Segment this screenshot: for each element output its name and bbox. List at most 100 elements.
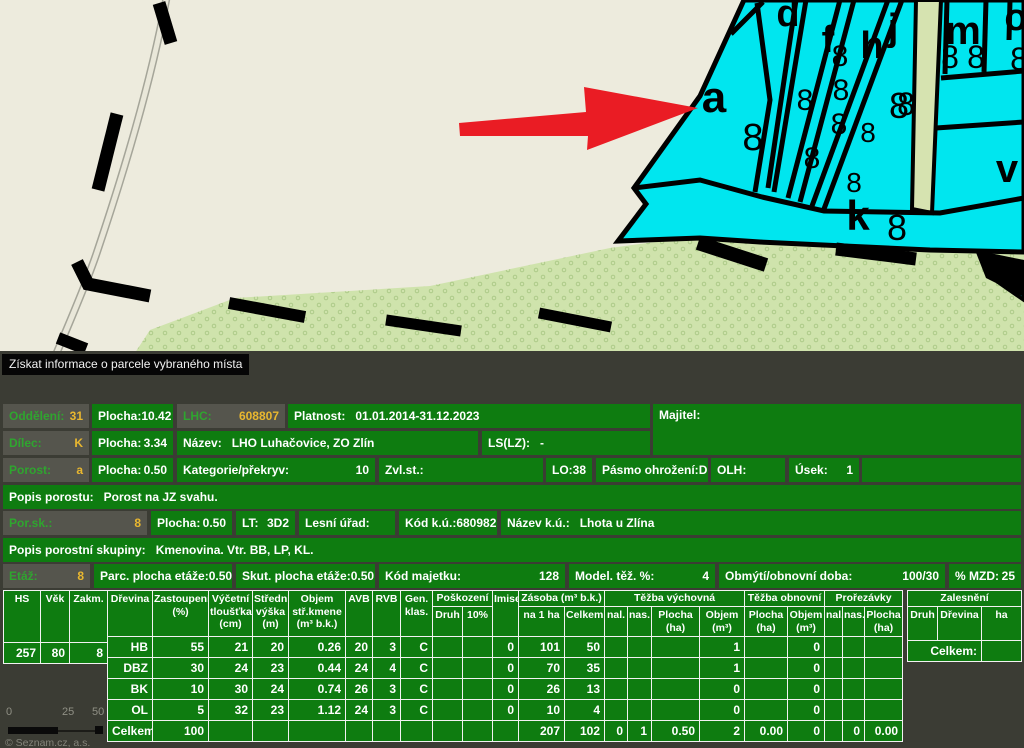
table-cell	[605, 679, 628, 700]
table-row: Celkem:100207102010.5020.00000.00	[108, 721, 903, 742]
field-value: 680982	[456, 516, 496, 530]
group-header-zasoba: Zásoba (m³ b.k.)	[519, 591, 605, 607]
table-cell: 26	[519, 679, 565, 700]
table-cell: 23	[253, 658, 289, 679]
field-value: -	[540, 436, 544, 450]
field-label: Kód k.ú.:	[405, 516, 456, 530]
table-cell	[825, 700, 843, 721]
col-header-nal: nal.	[825, 607, 843, 637]
table-cell: 24	[253, 679, 289, 700]
table-cell: 26	[346, 679, 373, 700]
table-cell	[865, 658, 903, 679]
table-cell: 23	[253, 700, 289, 721]
table-cell	[605, 700, 628, 721]
table-cell: 10	[153, 679, 209, 700]
table-cell: 24	[346, 658, 373, 679]
table-cell	[652, 700, 700, 721]
species-table: Dřevina Zastoupení (%) Výčetní tloušťka …	[107, 590, 903, 742]
field-platnost: Platnost: 01.01.2014-31.12.2023	[288, 404, 650, 428]
table-cell: 1.12	[289, 700, 346, 721]
field-lslz: LS(LZ): -	[482, 431, 650, 455]
field-label: LHC:	[183, 409, 212, 423]
field-value: 608807	[239, 409, 279, 423]
field-value: D	[699, 463, 708, 477]
field-oddeleni: Oddělení: 31	[3, 404, 89, 428]
table-cell	[401, 721, 433, 742]
field-label: Obmýtí/obnovní doba:	[725, 569, 852, 583]
table-cell: 0	[700, 679, 745, 700]
table-cell: 20	[346, 637, 373, 658]
table-cell	[463, 658, 493, 679]
table-cell: C	[401, 637, 433, 658]
table-cell: 1	[628, 721, 652, 742]
field-label: Název:	[183, 436, 222, 450]
field-kod-majetku: Kód majetku: 128	[379, 564, 565, 588]
table-cell	[433, 679, 463, 700]
field-plocha-oddeleni: Plocha: 10.42	[92, 404, 173, 428]
field-label: Platnost:	[294, 409, 345, 423]
col-header-drevina: Dřevina	[938, 607, 982, 641]
table-cell: 0	[788, 679, 825, 700]
field-label: LS(LZ):	[488, 436, 530, 450]
table-cell	[825, 658, 843, 679]
field-lt: LT: 3D2	[236, 511, 295, 535]
field-value: K	[74, 436, 83, 450]
table-cell	[289, 721, 346, 742]
col-header-objem-m3: Objem (m³)	[700, 607, 745, 637]
table-cell	[463, 679, 493, 700]
group-header-zalesneni: Zalesnění	[908, 591, 1022, 607]
field-pasmo: Pásmo ohrožení: D	[596, 458, 708, 482]
col-header-plocha-ha: Plocha (ha)	[745, 607, 788, 637]
table-cell: 21	[209, 637, 253, 658]
table-cell	[628, 658, 652, 679]
table-cell: 24	[346, 700, 373, 721]
table-cell	[605, 637, 628, 658]
field-value: 38	[573, 463, 586, 477]
col-header-nas: nas.	[628, 607, 652, 637]
field-label: Oddělení:	[9, 409, 64, 423]
table-cell: 0	[788, 700, 825, 721]
field-value: 8	[77, 569, 84, 583]
table-cell: 1	[700, 637, 745, 658]
field-value: 25	[1002, 569, 1015, 583]
field-label: Kategorie/překryv:	[183, 463, 289, 477]
table-cell: 35	[565, 658, 605, 679]
table-cell: 0	[843, 721, 865, 742]
field-majitel: Majitel:	[653, 404, 1021, 455]
table-cell: 30	[153, 658, 209, 679]
stand-summary-table: HS Věk Zakm. 257808	[3, 590, 108, 664]
field-label: Plocha:	[98, 409, 141, 423]
table-cell: 5	[153, 700, 209, 721]
table-cell: 3	[373, 679, 401, 700]
table-row: BK1030240.74263C0261300	[108, 679, 903, 700]
table-cell: 0	[493, 658, 519, 679]
table-cell: 0	[700, 700, 745, 721]
table-cell	[373, 721, 401, 742]
col-header-na1ha: na 1 ha	[519, 607, 565, 637]
table-cell: 0	[788, 637, 825, 658]
table-row: 257808	[4, 643, 108, 664]
col-header-vek: Věk	[41, 591, 70, 643]
table-cell: 70	[519, 658, 565, 679]
field-etaz: Etáž: 8	[3, 564, 90, 588]
table-cell	[825, 637, 843, 658]
field-value: Lhota u Zlína	[580, 516, 655, 530]
table-cell: 0	[605, 721, 628, 742]
group-header-poskozeni: Poškození	[433, 591, 493, 607]
field-value: 128	[539, 569, 559, 583]
table-cell: 0	[493, 637, 519, 658]
field-kod-ku: Kód k.ú.: 680982	[399, 511, 497, 535]
field-value: 0.50	[203, 516, 226, 530]
field-nazev: Název: LHO Luhačovice, ZO Zlín	[177, 431, 478, 455]
table-cell: 100	[153, 721, 209, 742]
field-label: Parc. plocha etáže:	[100, 569, 209, 583]
field-mzd: % MZD: 25	[949, 564, 1021, 588]
table-cell	[605, 658, 628, 679]
field-lhc: LHC: 608807	[177, 404, 285, 428]
table-cell: 101	[519, 637, 565, 658]
field-kategorie: Kategorie/překryv: 10	[177, 458, 375, 482]
table-cell	[433, 658, 463, 679]
field-value: 0.50	[209, 569, 232, 583]
table-cell: 3	[373, 637, 401, 658]
field-label: Zvl.st.:	[385, 463, 424, 477]
